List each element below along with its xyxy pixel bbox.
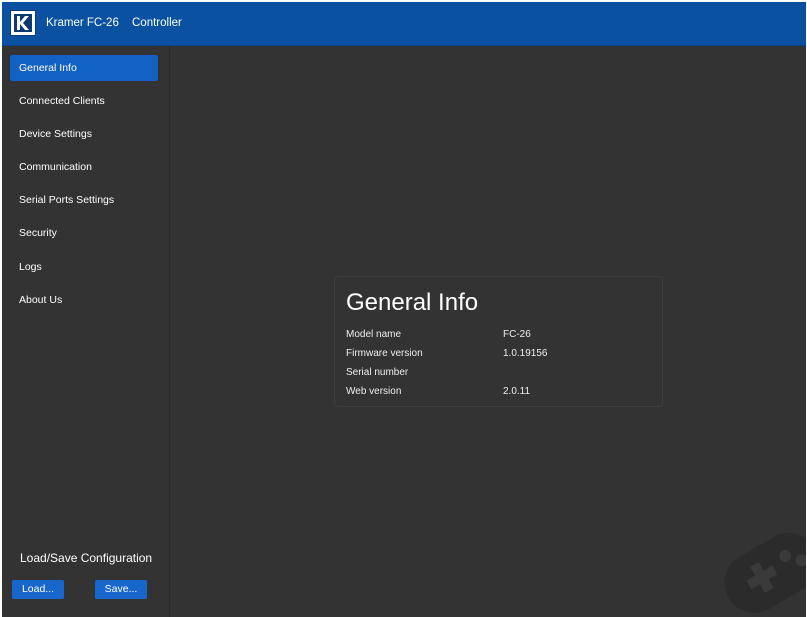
gamepad-watermark-icon xyxy=(724,532,806,613)
save-button[interactable]: Save... xyxy=(95,580,147,599)
model-name-value: FC-26 xyxy=(503,329,531,340)
sidebar-item-device-settings[interactable]: Device Settings xyxy=(10,121,158,147)
sidebar: General Info Connected Clients Device Se… xyxy=(2,46,170,617)
sidebar-item-logs[interactable]: Logs xyxy=(10,254,158,280)
general-info-panel: General Info Model name FC-26 Firmware v… xyxy=(334,276,663,407)
load-button[interactable]: Load... xyxy=(12,580,64,599)
web-version-label: Web version xyxy=(346,386,402,397)
sidebar-item-connected-clients[interactable]: Connected Clients xyxy=(10,88,158,114)
sidebar-item-security[interactable]: Security xyxy=(10,220,158,246)
sidebar-item-communication[interactable]: Communication xyxy=(10,154,158,180)
sidebar-item-serial-ports-settings[interactable]: Serial Ports Settings xyxy=(10,187,158,213)
model-name-label: Model name xyxy=(346,329,402,340)
firmware-version-value: 1.0.19156 xyxy=(503,348,548,359)
serial-number-label: Serial number xyxy=(346,367,409,378)
app-title: Kramer FC-26 xyxy=(46,17,119,29)
app-subtitle: Controller xyxy=(132,17,182,29)
sidebar-item-general-info[interactable]: General Info xyxy=(10,55,158,81)
top-bar: Kramer FC-26 Controller xyxy=(2,2,806,46)
config-section-title: Load/Save Configuration xyxy=(20,551,153,565)
web-version-value: 2.0.11 xyxy=(503,386,531,397)
sidebar-item-about-us[interactable]: About Us xyxy=(10,287,158,313)
app-window: Kramer FC-26 Controller General Info Con… xyxy=(2,2,806,617)
panel-title: General Info xyxy=(346,289,479,316)
main-content: General Info Model name FC-26 Firmware v… xyxy=(170,46,806,617)
firmware-version-label: Firmware version xyxy=(346,348,423,359)
kramer-logo-icon xyxy=(10,10,36,36)
